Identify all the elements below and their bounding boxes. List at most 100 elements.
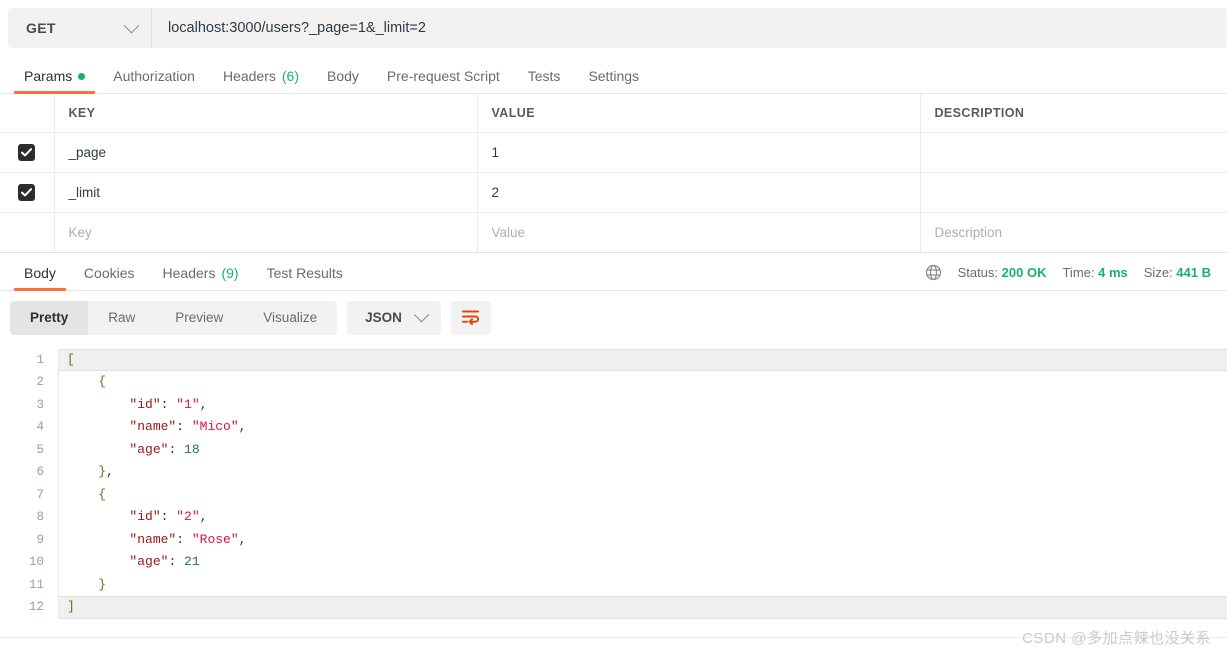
wrap-text-button[interactable] xyxy=(450,300,491,335)
param-key-input-new[interactable]: Key xyxy=(54,212,478,253)
request-tab-settings[interactable]: Settings xyxy=(574,69,653,93)
header-value: VALUE xyxy=(477,94,921,133)
code-content[interactable]: "age": 21 xyxy=(58,551,1227,574)
url-input[interactable]: localhost:3000/users?_page=1&_limit=2 xyxy=(152,8,1227,48)
response-format-select[interactable]: JSON xyxy=(347,300,441,335)
token-brk: [ xyxy=(67,351,75,367)
param-value-input[interactable]: 2 xyxy=(477,172,921,213)
response-tab-cookies[interactable]: Cookies xyxy=(70,266,149,290)
tab-label: Test Results xyxy=(266,264,343,281)
code-line: 4 "name": "Mico", xyxy=(0,416,1227,439)
token-punc: : xyxy=(168,441,185,457)
wrap-text-icon xyxy=(461,308,480,328)
token-num: 18 xyxy=(184,441,200,457)
code-line: 7 { xyxy=(0,483,1227,506)
globe-icon xyxy=(925,264,942,281)
param-enabled-checkbox[interactable] xyxy=(18,183,36,201)
code-line: 11 } xyxy=(0,573,1227,596)
token-brk: ] xyxy=(67,599,75,614)
response-tab-test-results[interactable]: Test Results xyxy=(253,266,357,290)
code-content[interactable]: { xyxy=(58,371,1227,394)
view-mode-pretty[interactable]: Pretty xyxy=(10,300,89,335)
token-str: "Mico" xyxy=(191,419,239,434)
table-row: _page 1 xyxy=(0,132,1227,173)
param-description-input[interactable] xyxy=(920,172,1227,213)
token-str: "Rose" xyxy=(191,531,239,547)
param-value-input-new-placeholder: Value xyxy=(491,224,526,240)
tab-count-badge: (9) xyxy=(221,264,239,281)
request-tab-params[interactable]: Params xyxy=(10,69,99,94)
token-key: "age" xyxy=(129,554,169,569)
code-content[interactable]: } xyxy=(58,573,1227,596)
param-enabled-cell xyxy=(0,172,55,213)
tab-label: Headers xyxy=(222,68,276,84)
token-brk: } xyxy=(98,576,107,592)
code-line: 12] xyxy=(0,596,1227,619)
token-brk: } xyxy=(98,464,107,479)
param-enabled-checkbox[interactable] xyxy=(18,143,36,161)
status-label: Status: xyxy=(957,264,999,280)
line-number: 9 xyxy=(36,532,44,547)
code-content[interactable]: }, xyxy=(58,461,1227,484)
token-punc: , xyxy=(238,419,247,434)
chevron-down-icon xyxy=(413,306,430,323)
tab-label: Headers xyxy=(162,264,216,281)
code-line: 5 "age": 18 xyxy=(0,438,1227,462)
code-content[interactable]: "name": "Mico", xyxy=(58,416,1227,439)
tab-label: Cookies xyxy=(83,264,135,281)
watermark: CSDN @多加点辣也没关系 xyxy=(1022,630,1211,647)
line-number: 3 xyxy=(36,397,44,412)
view-mode-group: Pretty Raw Preview Visualize xyxy=(10,300,338,335)
code-line: 6 }, xyxy=(0,461,1227,484)
param-description-input[interactable] xyxy=(920,132,1227,173)
view-mode-preview[interactable]: Preview xyxy=(155,301,243,335)
token-brk: { xyxy=(98,486,107,502)
request-tab-headers[interactable]: Headers (6) xyxy=(209,69,313,93)
param-key-input-text: _limit xyxy=(68,184,101,200)
tab-label: Authorization xyxy=(113,68,195,84)
code-line: 1[ xyxy=(0,348,1227,371)
request-tab-body[interactable]: Body xyxy=(313,69,373,93)
code-content[interactable]: "age": 18 xyxy=(58,438,1227,462)
code-content[interactable]: "id": "1", xyxy=(58,393,1227,416)
response-format-label: JSON xyxy=(365,310,402,325)
param-description-input-new[interactable]: Description xyxy=(920,212,1227,253)
response-tab-body[interactable]: Body xyxy=(10,266,70,291)
request-tab-tests[interactable]: Tests xyxy=(514,69,575,93)
line-number: 1 xyxy=(36,352,44,367)
request-tab-authorization[interactable]: Authorization xyxy=(99,69,209,93)
view-mode-raw[interactable]: Raw xyxy=(88,301,155,335)
http-method-select[interactable]: GET xyxy=(8,8,152,48)
token-punc: : xyxy=(176,419,192,434)
code-content[interactable]: "id": "2", xyxy=(58,506,1227,529)
code-content[interactable]: ] xyxy=(58,596,1227,619)
tab-label: Tests xyxy=(527,68,561,84)
param-value-input-new[interactable]: Value xyxy=(477,212,921,253)
token-punc: : xyxy=(160,396,177,412)
code-content[interactable]: [ xyxy=(58,348,1227,371)
code-content[interactable]: "name": "Rose", xyxy=(58,528,1227,552)
time-value: 4 ms xyxy=(1098,264,1128,280)
tab-label: Body xyxy=(327,68,359,84)
param-key-input[interactable]: _limit xyxy=(54,172,478,213)
param-key-input[interactable]: _page xyxy=(54,132,478,173)
tab-label: Settings xyxy=(588,68,640,84)
code-content[interactable]: { xyxy=(58,483,1227,506)
table-header-row: KEY VALUE DESCRIPTION xyxy=(0,94,1227,133)
token-key: "name" xyxy=(129,419,177,434)
response-tab-headers[interactable]: Headers (9) xyxy=(149,266,253,290)
token-punc: : xyxy=(176,531,192,547)
size-label: Size: xyxy=(1143,264,1173,280)
token-punc: : xyxy=(168,554,185,569)
request-url-bar: GET localhost:3000/users?_page=1&_limit=… xyxy=(0,0,1227,56)
response-body-viewer[interactable]: 1[2 {3 "id": "1", 4 "name": "Mico", 5 "age… xyxy=(0,345,1227,619)
view-mode-visualize[interactable]: Visualize xyxy=(243,301,337,335)
param-value-input[interactable]: 1 xyxy=(477,132,921,173)
request-tab-pre-request-script[interactable]: Pre-request Script xyxy=(373,69,514,93)
